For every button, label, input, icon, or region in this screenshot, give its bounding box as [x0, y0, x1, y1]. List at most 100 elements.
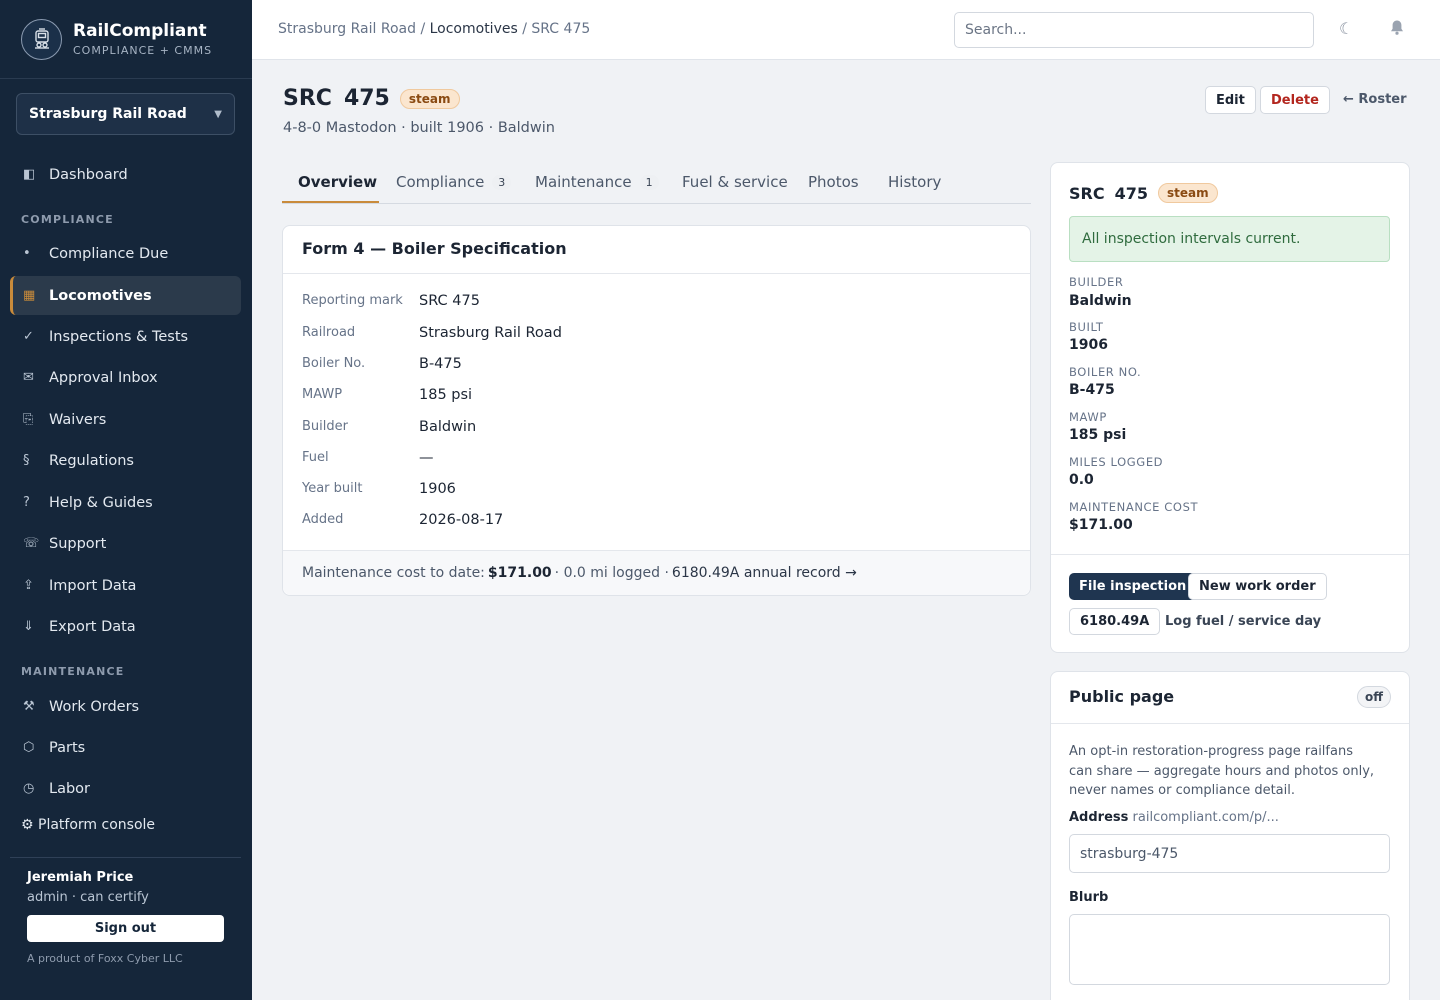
- check-icon: ✓: [23, 329, 34, 344]
- sidebar-item-dashboard[interactable]: ◧ Dashboard: [10, 155, 241, 194]
- file-inspection-button[interactable]: File inspection: [1069, 573, 1197, 600]
- summary-title: SRC 475 steam: [1069, 183, 1218, 203]
- new-work-order-button[interactable]: New work order: [1188, 573, 1327, 600]
- form-6180-button[interactable]: 6180.49A: [1069, 608, 1161, 635]
- sidebar-item-label: Parts: [49, 739, 86, 756]
- question-icon: ?: [23, 495, 30, 510]
- tab-photos[interactable]: Photos: [808, 173, 859, 191]
- tab-label: Photos: [808, 173, 859, 191]
- platform-console-link[interactable]: ⚙ Platform console: [21, 817, 155, 833]
- dashboard-icon: ◧: [23, 167, 36, 182]
- spec-label: Year built: [302, 481, 363, 496]
- reporting-mark: SRC: [283, 86, 332, 111]
- tab-compliance[interactable]: Compliance 3: [396, 173, 512, 191]
- annual-record-link[interactable]: 6180.49A annual record →: [672, 565, 857, 581]
- tab-label: History: [888, 173, 942, 191]
- tab-fuel-service[interactable]: Fuel & service: [682, 173, 788, 191]
- envelope-icon: ✉: [23, 370, 34, 385]
- sidebar-item-work-orders[interactable]: ⚒ Work Orders: [10, 687, 241, 726]
- tab-bar: Overview Compliance 3 Maintenance 1 Fuel…: [282, 163, 1031, 204]
- hexagon-icon: ⬡: [23, 740, 35, 755]
- brand[interactable]: RailCompliant COMPLIANCE + CMMS: [0, 0, 252, 79]
- slug-input[interactable]: strasburg-475: [1069, 834, 1390, 873]
- spec-value: SRC 475: [419, 293, 480, 309]
- spec-label: Fuel: [302, 450, 329, 465]
- blurb-label: Blurb: [1069, 890, 1109, 905]
- form4-card: Form 4 — Boiler Specification Reporting …: [282, 225, 1031, 596]
- spec-value: —: [419, 450, 434, 466]
- moon-icon[interactable]: ☾: [1339, 19, 1353, 38]
- sidebar-item-locomotives[interactable]: ▦ Locomotives: [10, 276, 241, 315]
- spec-value: 185 psi: [419, 387, 473, 403]
- address-prefix: railcompliant.com/p/...: [1132, 810, 1279, 825]
- railroad-select-value: Strasburg Rail Road: [29, 106, 187, 122]
- user-role: admin · can certify: [27, 890, 149, 905]
- sidebar-item-labor[interactable]: ◷ Labor: [10, 769, 241, 808]
- page-title: SRC 475 steam: [283, 86, 460, 111]
- field-label: BUILT: [1069, 320, 1104, 334]
- steam-badge: steam: [1158, 183, 1218, 203]
- spec-label: Builder: [302, 419, 348, 434]
- sidebar-item-label: Export Data: [49, 618, 136, 635]
- spec-value: B-475: [419, 356, 462, 372]
- sidebar: RailCompliant COMPLIANCE + CMMS Strasbur…: [0, 0, 252, 1000]
- breadcrumb-locomotives[interactable]: Locomotives: [430, 21, 518, 37]
- tab-history[interactable]: History: [888, 173, 941, 191]
- public-page-toggle[interactable]: off: [1357, 686, 1391, 708]
- breadcrumb-current: SRC 475: [531, 21, 591, 37]
- user-name: Jeremiah Price: [27, 870, 134, 885]
- sidebar-item-label: Work Orders: [49, 698, 140, 715]
- sidebar-item-label: Compliance Due: [49, 245, 169, 262]
- dot-icon: •: [23, 246, 31, 261]
- sidebar-item-help[interactable]: ? Help & Guides: [10, 483, 241, 522]
- breadcrumb: Strasburg Rail Road / Locomotives / SRC …: [278, 21, 591, 37]
- log-fuel-button[interactable]: Log fuel / service day: [1165, 614, 1321, 629]
- tab-label: Maintenance: [535, 173, 632, 191]
- field-value: 185 psi: [1069, 427, 1127, 443]
- sidebar-item-waivers[interactable]: ⎘ Waivers: [10, 400, 241, 439]
- sidebar-item-compliance-due[interactable]: • Compliance Due: [10, 234, 241, 273]
- sidebar-item-inspections[interactable]: ✓ Inspections & Tests: [10, 317, 241, 356]
- tab-maintenance[interactable]: Maintenance 1: [535, 173, 659, 191]
- blurb-textarea[interactable]: [1069, 914, 1390, 985]
- sidebar-item-parts[interactable]: ⬡ Parts: [10, 728, 241, 767]
- caret-down-icon: ▼: [214, 108, 222, 120]
- breadcrumb-railroad[interactable]: Strasburg Rail Road: [278, 21, 416, 37]
- card-divider: [1051, 554, 1409, 555]
- document-icon: ⎘: [23, 412, 34, 427]
- field-value: 0.0: [1069, 472, 1094, 488]
- sidebar-item-export-data[interactable]: ⇓ Export Data: [10, 607, 241, 646]
- field-value: $171.00: [1069, 517, 1133, 533]
- search-input[interactable]: [954, 12, 1314, 48]
- sign-out-button[interactable]: Sign out: [27, 915, 224, 942]
- railroad-select[interactable]: Strasburg Rail Road ▼: [16, 93, 235, 135]
- download-icon: ⇓: [23, 619, 34, 634]
- platform-console-label: Platform console: [38, 817, 156, 833]
- locomotive-number: 475: [343, 86, 390, 111]
- delete-button[interactable]: Delete: [1260, 86, 1330, 114]
- sidebar-item-regulations[interactable]: § Regulations: [10, 441, 241, 480]
- page-subtitle: 4-8-0 Mastodon · built 1906 · Baldwin: [283, 120, 555, 136]
- back-to-roster-link[interactable]: ← Roster: [1343, 92, 1407, 107]
- card-divider: [283, 273, 1030, 274]
- edit-button[interactable]: Edit: [1205, 86, 1256, 114]
- sidebar-item-label: Help & Guides: [49, 494, 153, 511]
- sidebar-item-approval-inbox[interactable]: ✉ Approval Inbox: [10, 358, 241, 397]
- field-label: BOILER NO.: [1069, 365, 1142, 379]
- tab-overview[interactable]: Overview: [298, 173, 377, 191]
- field-value: B-475: [1069, 382, 1115, 398]
- sidebar-item-label: Waivers: [49, 411, 107, 428]
- product-credit: A product of Foxx Cyber LLC: [27, 952, 183, 965]
- sidebar-item-import-data[interactable]: ⇪ Import Data: [10, 566, 241, 605]
- brand-name: RailCompliant: [73, 21, 207, 41]
- field-value: 1906: [1069, 337, 1108, 353]
- sidebar-divider: [10, 857, 241, 858]
- sidebar-item-support[interactable]: ☏ Support: [10, 524, 241, 563]
- tab-label: Compliance: [396, 173, 485, 191]
- spec-label: Reporting mark: [302, 293, 403, 308]
- bell-icon[interactable]: [1389, 19, 1405, 40]
- brand-tagline: COMPLIANCE + CMMS: [73, 44, 213, 57]
- locomotive-logo-icon: [21, 18, 62, 60]
- field-value: Baldwin: [1069, 293, 1132, 309]
- field-label: BUILDER: [1069, 275, 1124, 289]
